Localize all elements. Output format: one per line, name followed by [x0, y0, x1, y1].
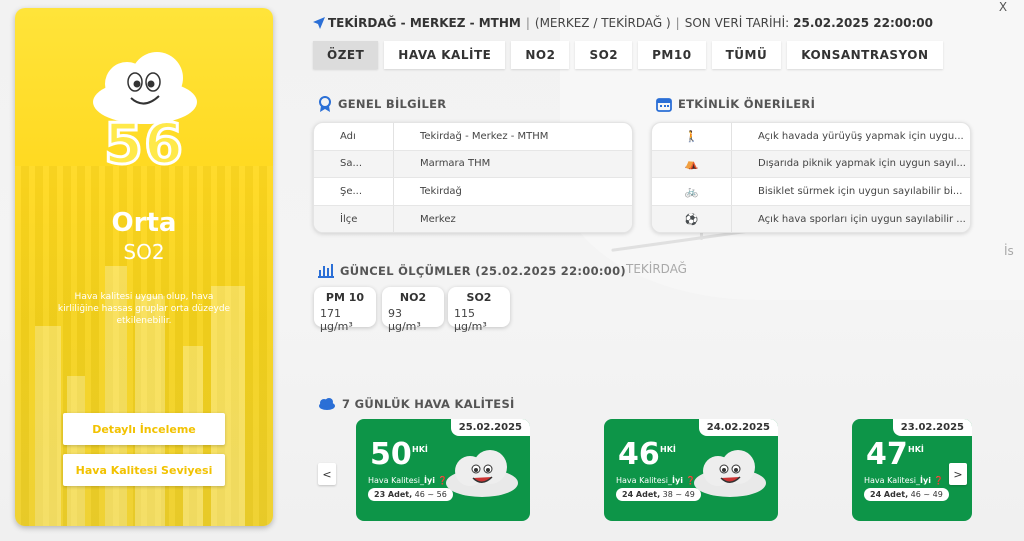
ball-icon: ⚽ [652, 205, 732, 232]
last-data-label: SON VERİ TARİHİ: [684, 16, 790, 30]
station-name: TEKİRDAĞ - MERKEZ - MTHM [328, 16, 521, 30]
table-key: Adı [314, 123, 394, 150]
measurement-value: 93 μg/m³ [388, 307, 421, 333]
measurement-name: SO2 [466, 291, 492, 304]
table-row: ⛺ Dışarıda piknik yapmak için uygun sayıl… [652, 150, 970, 178]
measurement-name: PM 10 [325, 291, 365, 304]
measurement-value: 115 μg/m³ [454, 307, 487, 333]
tab-pm10[interactable]: PM10 [638, 41, 706, 69]
table-row: Şe... Tekirdağ [314, 178, 632, 206]
day-aqi: 47 [866, 437, 908, 472]
measurement-name: NO2 [399, 291, 427, 304]
table-value: Tekirdağ [420, 185, 462, 197]
bar-chart-icon [318, 264, 334, 278]
table-row: 🚶 Açık havada yürüyüş yapmak için uygu... [652, 123, 970, 151]
map-city-label: TEKİRDAĞ [626, 262, 687, 276]
weekly-label: 7 GÜNLÜK HAVA KALİTESİ [342, 397, 515, 411]
station-region: (MERKEZ / TEKİRDAĞ ) [534, 16, 671, 30]
table-key: İlçe [314, 205, 394, 232]
calendar-icon [656, 98, 672, 112]
prev-day-button[interactable]: < [318, 463, 336, 485]
close-button[interactable]: X [992, 0, 1014, 18]
tab-so2[interactable]: SO2 [575, 41, 633, 69]
cloud-icon [319, 398, 335, 410]
smiling-cloud-icon [446, 450, 518, 497]
day-date: 23.02.2025 [892, 419, 972, 436]
activity-text: Açık hava sporları için uygun sayılabili… [758, 213, 966, 225]
dominant-pollutant: SO2 [123, 240, 165, 264]
table-value: Merkez [420, 213, 456, 225]
bicycle-icon: 🚲 [652, 178, 732, 205]
table-row: İlçe Merkez [314, 205, 632, 232]
measurements-label: GÜNCEL ÖLÇÜMLER (25.02.2025 22:00:00) [340, 264, 626, 278]
aqi-value: 56 [103, 111, 185, 179]
measurement-card-no2: NO2 93 μg/m³ [382, 287, 444, 333]
day-card[interactable]: 25.02.2025 50 HKİ Hava Kalitesi_İyi ❓ 23… [356, 419, 530, 521]
day-count-pill: 24 Adet, 46 ~ 49 [864, 488, 949, 501]
day-aqi: 50 [370, 437, 412, 472]
aqi-description: Hava kalitesi uygun olup, hava kirliliği… [57, 292, 231, 326]
table-row: ⚽ Açık hava sporları için uygun sayılabil… [652, 205, 970, 232]
day-aqi: 46 [618, 437, 660, 472]
measurement-card-pm10: PM 10 171 μg/m³ [314, 287, 376, 333]
last-data-date: 25.02.2025 22:00:00 [793, 16, 933, 30]
day-count-pill: 23 Adet, 46 ~ 56 [368, 488, 453, 501]
measurement-value: 171 μg/m³ [320, 307, 353, 333]
day-aqi-unit: HKİ [412, 445, 428, 454]
day-quality-label: Hava Kalitesi_İyi ❓ [616, 476, 696, 485]
air-quality-summary-card: 56 Orta SO2 Hava kalitesi uygun olup, ha… [15, 8, 273, 526]
day-date: 24.02.2025 [698, 419, 778, 436]
tab-ozet[interactable]: ÖZET [313, 41, 379, 69]
tab-tumu[interactable]: TÜMÜ [711, 41, 782, 69]
general-info-table: Adı Tekirdağ - Merkez - MTHM Sa... Marmara… [313, 122, 633, 233]
table-key: Sa... [314, 150, 394, 177]
day-aqi-unit: HKİ [660, 445, 676, 454]
tab-hava-kalite[interactable]: HAVA KALİTE [384, 41, 506, 69]
table-row: Adı Tekirdağ - Merkez - MTHM [314, 123, 632, 151]
activity-text: Bisiklet sürmek için uygun sayılabilir b… [758, 185, 963, 197]
weekly-title: 7 GÜNLÜK HAVA KALİTESİ [318, 397, 515, 411]
measurements-title: GÜNCEL ÖLÇÜMLER (25.02.2025 22:00:00) [318, 264, 626, 278]
day-card[interactable]: 24.02.2025 46 HKİ Hava Kalitesi_İyi ❓ 24… [604, 419, 778, 521]
day-quality-label: Hava Kalitesi_İyi ❓ [864, 476, 944, 485]
general-info-label: GENEL BİLGİLER [338, 97, 447, 111]
next-day-button[interactable]: > [949, 463, 967, 485]
tab-bar: ÖZET HAVA KALİTE NO2 SO2 PM10 TÜMÜ KONSA… [313, 41, 943, 69]
picnic-icon: ⛺ [652, 150, 732, 177]
table-value: Marmara THM [420, 158, 491, 170]
air-quality-level-button[interactable]: Hava Kalitesi Seviyesi [63, 454, 225, 486]
detailed-review-button[interactable]: Detaylı İnceleme [63, 413, 225, 445]
walking-icon: 🚶 [652, 123, 732, 150]
day-aqi-unit: HKİ [908, 445, 924, 454]
day-count-pill: 24 Adet, 38 ~ 49 [616, 488, 701, 501]
table-value: Tekirdağ - Merkez - MTHM [420, 130, 549, 142]
station-header: TEKİRDAĞ - MERKEZ - MTHM | (MERKEZ / TEK… [312, 14, 933, 32]
navigation-arrow-icon [313, 17, 325, 29]
smiling-cloud-icon [694, 450, 766, 497]
activities-label: ETKİNLİK ÖNERİLERİ [678, 97, 816, 111]
tab-no2[interactable]: NO2 [511, 41, 570, 69]
day-date: 25.02.2025 [450, 419, 530, 436]
measurement-card-so2: SO2 115 μg/m³ [448, 287, 510, 333]
day-quality-label: Hava Kalitesi_İyi ❓ [368, 476, 448, 485]
activities-table: 🚶 Açık havada yürüyüş yapmak için uygu...… [651, 122, 971, 233]
activity-text: Dışarıda piknik yapmak için uygun sayıl.… [758, 158, 966, 170]
aqi-level: Orta [111, 208, 177, 238]
table-row: 🚲 Bisiklet sürmek için uygun sayılabilir … [652, 178, 970, 206]
award-ribbon-icon [319, 96, 331, 112]
general-info-title: GENEL BİLGİLER [318, 96, 446, 112]
table-key: Şe... [314, 178, 394, 205]
map-edge-label: İs [1004, 244, 1014, 258]
tab-konsantrasyon[interactable]: KONSANTRASYON [787, 41, 943, 69]
table-row: Sa... Marmara THM [314, 150, 632, 178]
activity-text: Açık havada yürüyüş yapmak için uygu... [758, 130, 964, 142]
activities-title: ETKİNLİK ÖNERİLERİ [656, 96, 815, 112]
